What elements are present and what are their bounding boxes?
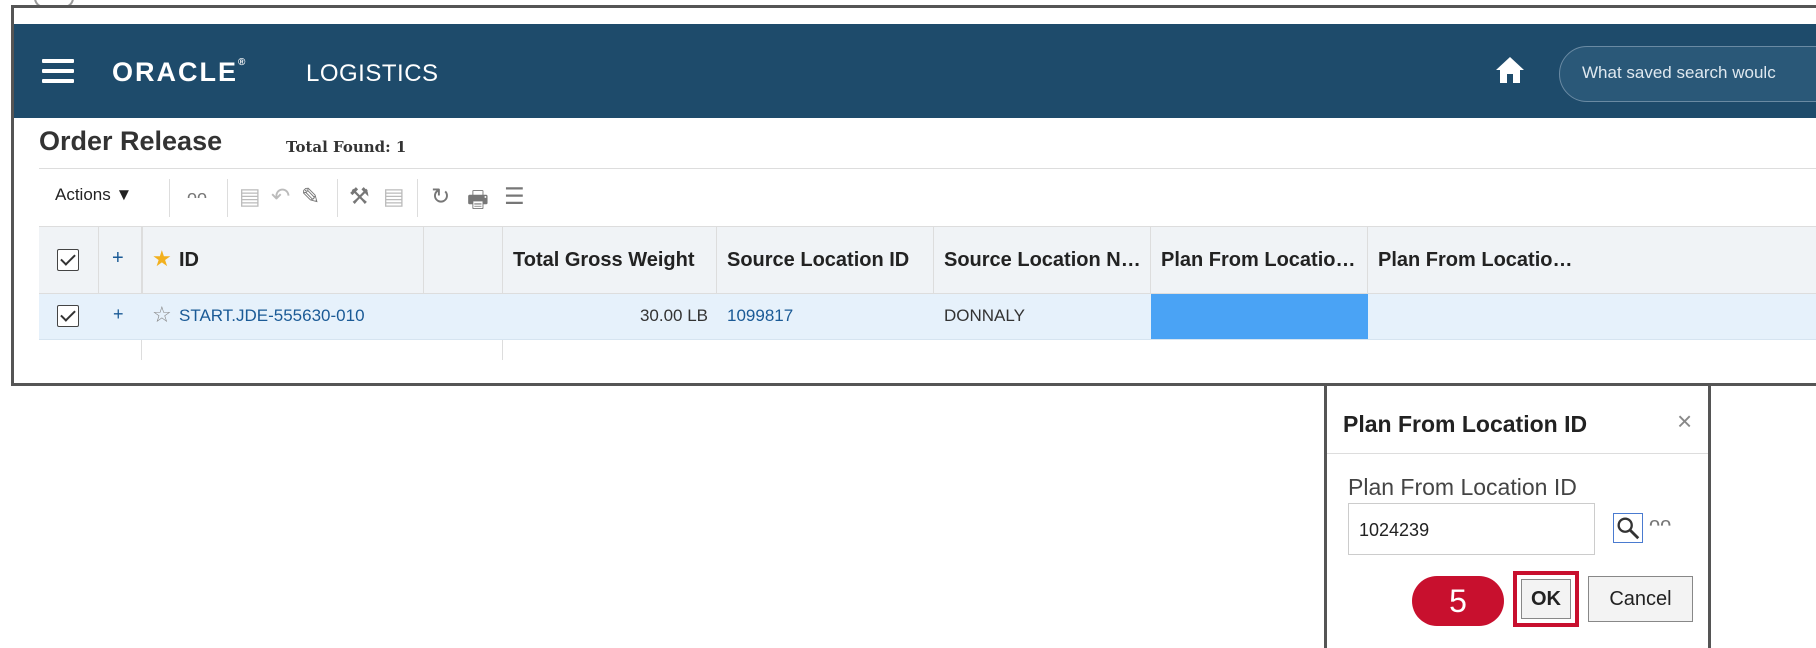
edit-icon[interactable]: ✎ (301, 183, 320, 210)
print-icon[interactable]: 🖶 (467, 183, 489, 222)
header-select-cell (39, 227, 99, 293)
window-top-edge (14, 8, 1816, 24)
plan-from-location-dialog: Plan From Location ID × Plan From Locati… (1324, 383, 1711, 648)
source-location-name-value: DONNALY (944, 306, 1025, 325)
undo-icon[interactable]: ↶ (271, 183, 290, 210)
add-all-icon[interactable]: + (112, 247, 124, 270)
saved-search-input[interactable]: What saved search woulc (1559, 46, 1816, 102)
plan-from-location-id-cell-selected[interactable] (1151, 294, 1368, 339)
grid-header-row: + ★ ID Total Gross Weight Source Locatio… (39, 226, 1816, 294)
column-header-id[interactable]: ID (179, 249, 199, 272)
row-checkbox[interactable] (57, 305, 79, 327)
save-icon[interactable]: ▤ (239, 183, 261, 210)
toolbar-separator (417, 179, 418, 217)
order-release-id-link[interactable]: START.JDE-555630-010 (179, 306, 365, 326)
plan-from-location-input[interactable]: 1024239 (1348, 503, 1595, 555)
total-gross-weight-value: 30.00 LB (639, 306, 708, 325)
header-source-location-name-cell[interactable]: Source Location N… (934, 227, 1151, 293)
actions-menu-button[interactable]: Actions ▼ (55, 185, 132, 205)
columns-icon[interactable]: ☰ (504, 183, 525, 210)
column-header-source-location-id[interactable]: Source Location ID (727, 249, 909, 272)
product-name: LOGISTICS (306, 60, 439, 87)
header-plan-from-location-name-cell[interactable]: Plan From Locatio… (1368, 227, 1816, 293)
grid-divider (424, 340, 503, 360)
page-title: Order Release (39, 126, 223, 156)
dialog-divider (1327, 453, 1708, 454)
refresh-icon[interactable]: ↻ (431, 183, 450, 210)
table-row[interactable]: + ☆ START.JDE-555630-010 30.00 LB 109981… (39, 294, 1816, 340)
cancel-button[interactable]: Cancel (1588, 576, 1693, 622)
toolbar-separator (337, 179, 338, 217)
grid-toolbar: Actions ▼ ᴖᴖ ▤ ↶ ✎ ⚒ ▤ ↻ 🖶 ☰ (39, 168, 1816, 228)
close-icon[interactable]: × (1677, 406, 1692, 437)
tools-icon[interactable]: ⚒ (349, 183, 370, 210)
plan-from-location-label: Plan From Location ID (1348, 474, 1577, 500)
header-source-location-id-cell[interactable]: Source Location ID (717, 227, 934, 293)
column-header-plan-from-location-id[interactable]: Plan From Locatio… (1161, 249, 1355, 272)
save-disabled-icon[interactable]: ▤ (383, 183, 405, 210)
hamburger-menu-icon[interactable] (42, 59, 74, 83)
home-icon[interactable] (1494, 55, 1526, 85)
search-lookup-icon[interactable] (1613, 513, 1643, 543)
source-location-id-link[interactable]: 1099817 (727, 306, 793, 326)
toolbar-separator (169, 179, 170, 217)
header-id-cell[interactable]: ID (142, 227, 424, 293)
header-plan-from-location-id-cell[interactable]: Plan From Locatio… (1151, 227, 1368, 293)
column-header-plan-from-location-name[interactable]: Plan From Locatio… (1378, 249, 1572, 272)
app-header: ORACLE® LOGISTICS What saved search woul… (14, 24, 1816, 118)
grid-divider (99, 340, 142, 360)
toolbar-separator (227, 179, 228, 217)
annotation-highlight-box: OK (1513, 571, 1579, 627)
column-header-total-gross-weight[interactable]: Total Gross Weight (513, 249, 695, 272)
total-found-count: Total Found: 1 (286, 138, 407, 156)
select-all-checkbox[interactable] (57, 249, 79, 271)
oracle-logo: ORACLE® (112, 57, 248, 87)
row-star-icon[interactable]: ☆ (152, 302, 172, 328)
ok-button[interactable]: OK (1521, 579, 1571, 619)
header-blank-cell (424, 227, 503, 293)
header-add-cell: + (99, 227, 142, 293)
row-add-icon[interactable]: + (113, 304, 124, 325)
dialog-title: Plan From Location ID (1343, 411, 1588, 437)
column-header-source-location-name[interactable]: Source Location N… (944, 249, 1141, 272)
view-glasses-icon[interactable]: ᴖᴖ (1649, 514, 1671, 537)
header-total-gross-weight-cell[interactable]: Total Gross Weight (503, 227, 717, 293)
view-glasses-icon[interactable]: ᴖᴖ (187, 187, 207, 208)
app-window: ORACLE® LOGISTICS What saved search woul… (11, 5, 1816, 386)
step-number-badge: 5 (1412, 576, 1504, 626)
empty-row (39, 340, 1816, 360)
